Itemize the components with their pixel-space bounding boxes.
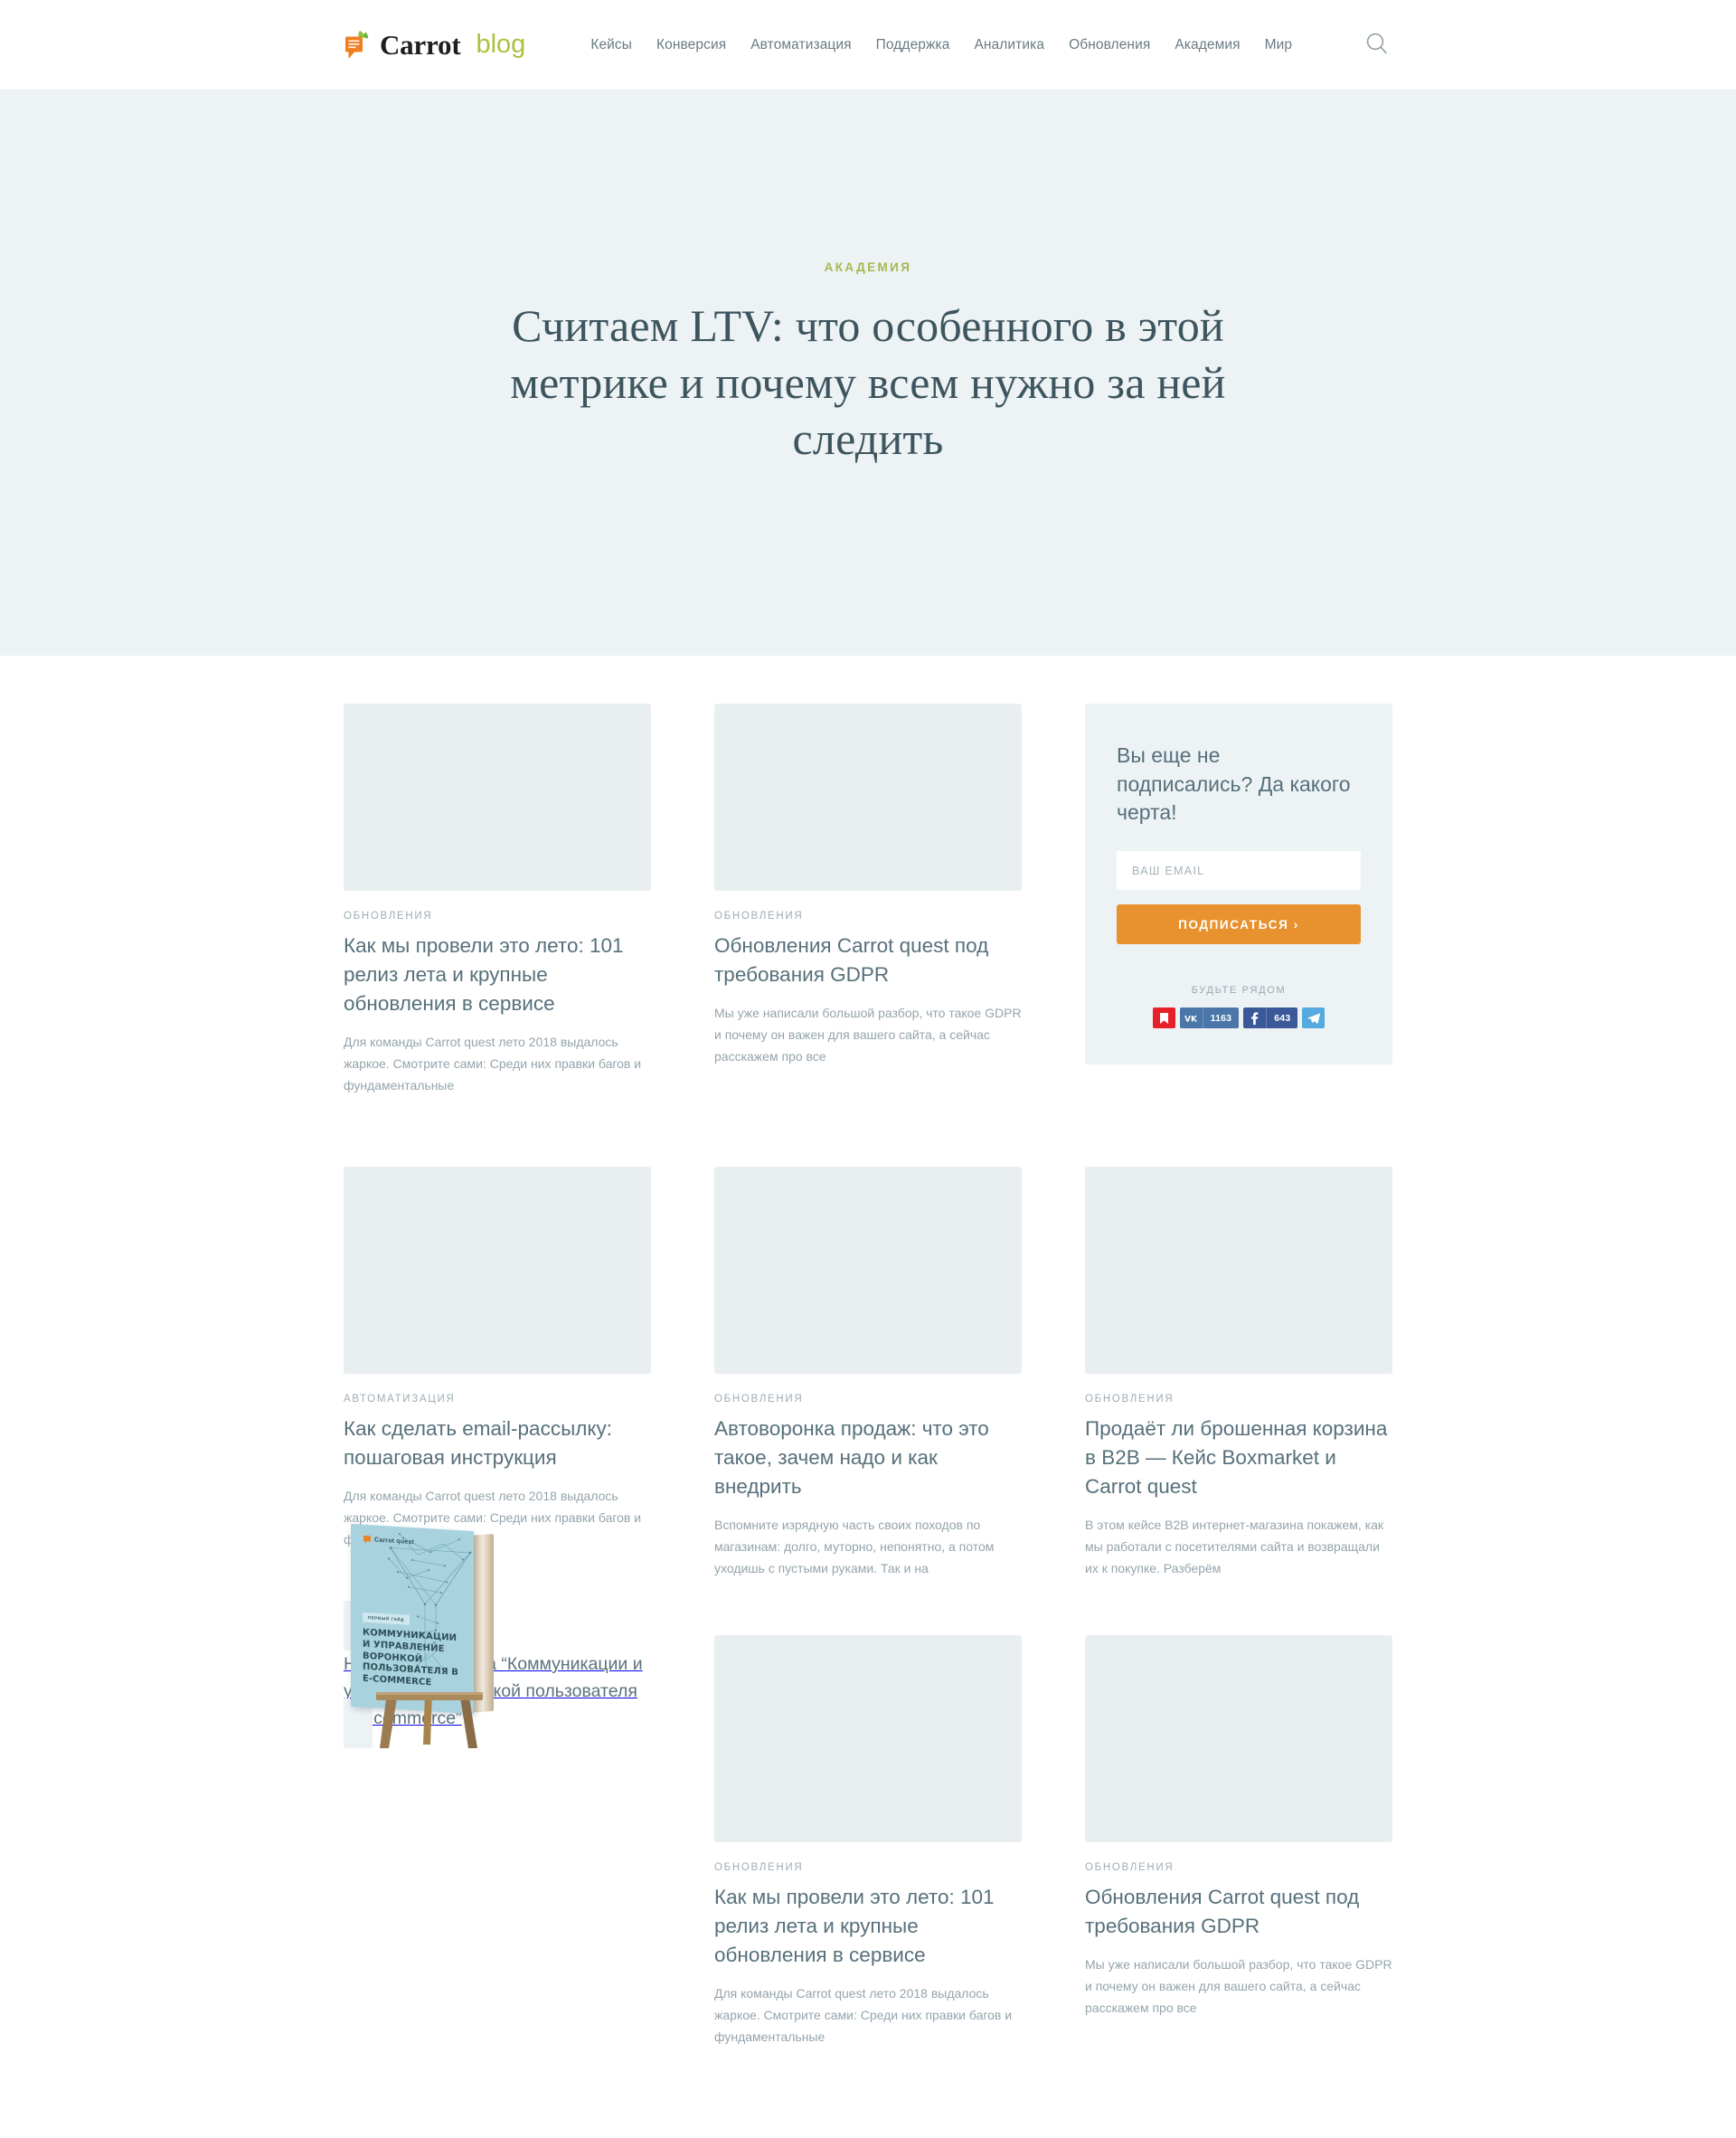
article-card[interactable]: АВТОМАТИЗАЦИЯ Как сделать email-рассылку… xyxy=(344,1167,651,1550)
book-illustration: Carrot quest xyxy=(344,1522,494,1748)
row-spacer xyxy=(344,1096,1392,1167)
header-inner: Carrot blog Кейсы Конверсия Автоматизаци… xyxy=(344,30,1392,61)
site-header: Carrot blog Кейсы Конверсия Автоматизаци… xyxy=(0,0,1736,90)
article-column-3: ОБНОВЛЕНИЯ Обновления Carrot quest под т… xyxy=(1085,1635,1392,2019)
carrot-speech-bubble-logo-icon xyxy=(344,30,372,61)
nav-item-keysy[interactable]: Кейсы xyxy=(590,37,632,53)
article-title: Как мы провели это лето: 101 релиз лета … xyxy=(714,1886,995,1966)
article-thumbnail xyxy=(344,704,651,891)
article-column-3: ОБНОВЛЕНИЯ Продаёт ли брошенная корзина … xyxy=(1085,1167,1392,1579)
article-thumbnail xyxy=(1085,1635,1392,1843)
subscribe-widget: Вы еще не подписались? Да какого черта! … xyxy=(1085,704,1392,1065)
article-thumbnail xyxy=(714,704,1022,891)
article-excerpt: Для команды Carrot quest лето 2018 выдал… xyxy=(344,1034,642,1093)
article-excerpt: Мы уже написали большой разбор, что тако… xyxy=(714,1005,1022,1064)
article-thumbnail xyxy=(344,1167,651,1375)
vk-icon: VK xyxy=(1180,1008,1203,1028)
nav-item-podderzhka[interactable]: Поддержка xyxy=(876,37,950,53)
social-section-label: БУДЬТЕ РЯДОМ xyxy=(1191,985,1287,997)
article-title: Обновления Carrot quest под требования G… xyxy=(1085,1886,1360,1938)
article-card[interactable]: ОБНОВЛЕНИЯ Обновления Carrot quest под т… xyxy=(714,704,1022,1067)
subscribe-title: Вы еще не подписались? Да какого черта! xyxy=(1117,743,1351,825)
article-card[interactable]: ОБНОВЛЕНИЯ Как мы провели это лето: 101 … xyxy=(714,1635,1022,2048)
nav-item-analitika[interactable]: Аналитика xyxy=(974,37,1044,53)
article-row-3: Наша крутая книга “Коммуникации и управл… xyxy=(344,1523,1392,2048)
social-vk-button[interactable]: VK 1163 xyxy=(1179,1008,1240,1029)
hero-category-kicker[interactable]: АКАДЕМИЯ xyxy=(825,260,912,274)
article-column-2: ОБНОВЛЕНИЯ Как мы провели это лето: 101 … xyxy=(714,1635,1022,2048)
social-links-row: VK 1163 643 xyxy=(1117,1008,1361,1029)
article-card[interactable]: ОБНОВЛЕНИЯ Обновления Carrot quest под т… xyxy=(1085,1635,1392,2019)
article-title: Автоворонка продаж: что это такое, зачем… xyxy=(714,1417,989,1498)
article-column-2: ОБНОВЛЕНИЯ Обновления Carrot quest под т… xyxy=(714,704,1022,1067)
article-category[interactable]: ОБНОВЛЕНИЯ xyxy=(714,911,1022,922)
article-category[interactable]: ОБНОВЛЕНИЯ xyxy=(1085,1394,1392,1405)
logo-wordmark: Carrot xyxy=(380,29,461,61)
social-save-button[interactable] xyxy=(1152,1008,1175,1029)
logo-sub-wordmark: blog xyxy=(476,30,526,59)
subscribe-button[interactable]: ПОДПИСАТЬСЯ › xyxy=(1117,904,1361,945)
article-thumbnail xyxy=(714,1167,1022,1375)
article-row-2: АВТОМАТИЗАЦИЯ Как сделать email-рассылку… xyxy=(344,1167,1392,1579)
article-excerpt: Мы уже написали большой разбор, что тако… xyxy=(1085,1956,1392,2016)
bookmark-icon xyxy=(1153,1008,1175,1028)
article-title: Продаёт ли брошенная корзина в B2B — Кей… xyxy=(1085,1417,1388,1498)
social-telegram-button[interactable] xyxy=(1302,1008,1326,1029)
article-row-1: ОБНОВЛЕНИЯ Как мы провели это лето: 101 … xyxy=(344,704,1392,1096)
article-thumbnail xyxy=(714,1635,1022,1843)
book-cover-heading: КОММУНИКАЦИИ И УПРАВЛЕНИЕ ВОРОНКОЙ ПОЛЬЗ… xyxy=(363,1627,458,1689)
article-category[interactable]: ОБНОВЛЕНИЯ xyxy=(344,911,651,922)
article-excerpt: Вспомните изрядную часть своих походов п… xyxy=(714,1517,995,1576)
sidebar-column: Вы еще не подписались? Да какого черта! … xyxy=(1085,704,1392,1065)
book-promo-column: Наша крутая книга “Коммуникации и управл… xyxy=(344,1523,651,1748)
nav-item-mir[interactable]: Мир xyxy=(1265,37,1293,53)
vk-share-count: 1163 xyxy=(1202,1008,1240,1029)
hero-section: АКАДЕМИЯ Считаем LTV: что особенного в э… xyxy=(0,90,1736,656)
facebook-icon xyxy=(1243,1008,1266,1028)
social-facebook-button[interactable]: 643 xyxy=(1243,1008,1298,1029)
article-category[interactable]: АВТОМАТИЗАЦИЯ xyxy=(344,1394,651,1405)
email-input[interactable] xyxy=(1117,851,1361,891)
article-thumbnail xyxy=(1085,1167,1392,1375)
article-column-1: ОБНОВЛЕНИЯ Как мы провели это лето: 101 … xyxy=(344,704,651,1096)
facebook-share-count: 643 xyxy=(1266,1008,1297,1029)
main-navigation: Кейсы Конверсия Автоматизация Поддержка … xyxy=(590,37,1342,53)
article-category[interactable]: ОБНОВЛЕНИЯ xyxy=(714,1394,1022,1405)
article-column-2: ОБНОВЛЕНИЯ Автоворонка продаж: что это т… xyxy=(714,1167,1022,1579)
site-logo[interactable]: Carrot blog xyxy=(344,30,525,61)
svg-text:VK: VK xyxy=(1184,1015,1198,1022)
easel-stand-icon xyxy=(371,1691,488,1748)
nav-item-avtomatizaciya[interactable]: Автоматизация xyxy=(750,37,851,53)
article-excerpt: В этом кейсе B2B интернет-магазина покаж… xyxy=(1085,1517,1384,1576)
nav-item-obnovleniya[interactable]: Обновления xyxy=(1069,37,1150,53)
hero-title: Считаем LTV: что особенного в этой метри… xyxy=(510,300,1226,464)
article-excerpt: Для команды Carrot quest лето 2018 выдал… xyxy=(714,1985,1013,2045)
article-title: Как сделать email-рассылку: пошаговая ин… xyxy=(344,1417,612,1469)
article-category[interactable]: ОБНОВЛЕНИЯ xyxy=(714,1862,1022,1873)
search-button[interactable] xyxy=(1362,30,1392,61)
article-card[interactable]: ОБНОВЛЕНИЯ Продаёт ли брошенная корзина … xyxy=(1085,1167,1392,1579)
article-card[interactable]: ОБНОВЛЕНИЯ Как мы провели это лето: 101 … xyxy=(344,704,651,1096)
article-category[interactable]: ОБНОВЛЕНИЯ xyxy=(1085,1862,1392,1873)
search-icon xyxy=(1365,32,1389,58)
article-card[interactable]: ОБНОВЛЕНИЯ Автоворонка продаж: что это т… xyxy=(714,1167,1022,1579)
nav-item-akademiya[interactable]: Академия xyxy=(1175,37,1240,53)
telegram-icon xyxy=(1302,1008,1325,1028)
article-title: Обновления Carrot quest под требования G… xyxy=(714,934,989,986)
article-column-1: АВТОМАТИЗАЦИЯ Как сделать email-рассылку… xyxy=(344,1167,651,1550)
article-title: Как мы провели это лето: 101 релиз лета … xyxy=(344,934,624,1015)
row-spacer xyxy=(344,1579,1392,1635)
content-area: ОБНОВЛЕНИЯ Как мы провели это лето: 101 … xyxy=(344,656,1392,2048)
nav-item-konversiya[interactable]: Конверсия xyxy=(656,37,726,53)
